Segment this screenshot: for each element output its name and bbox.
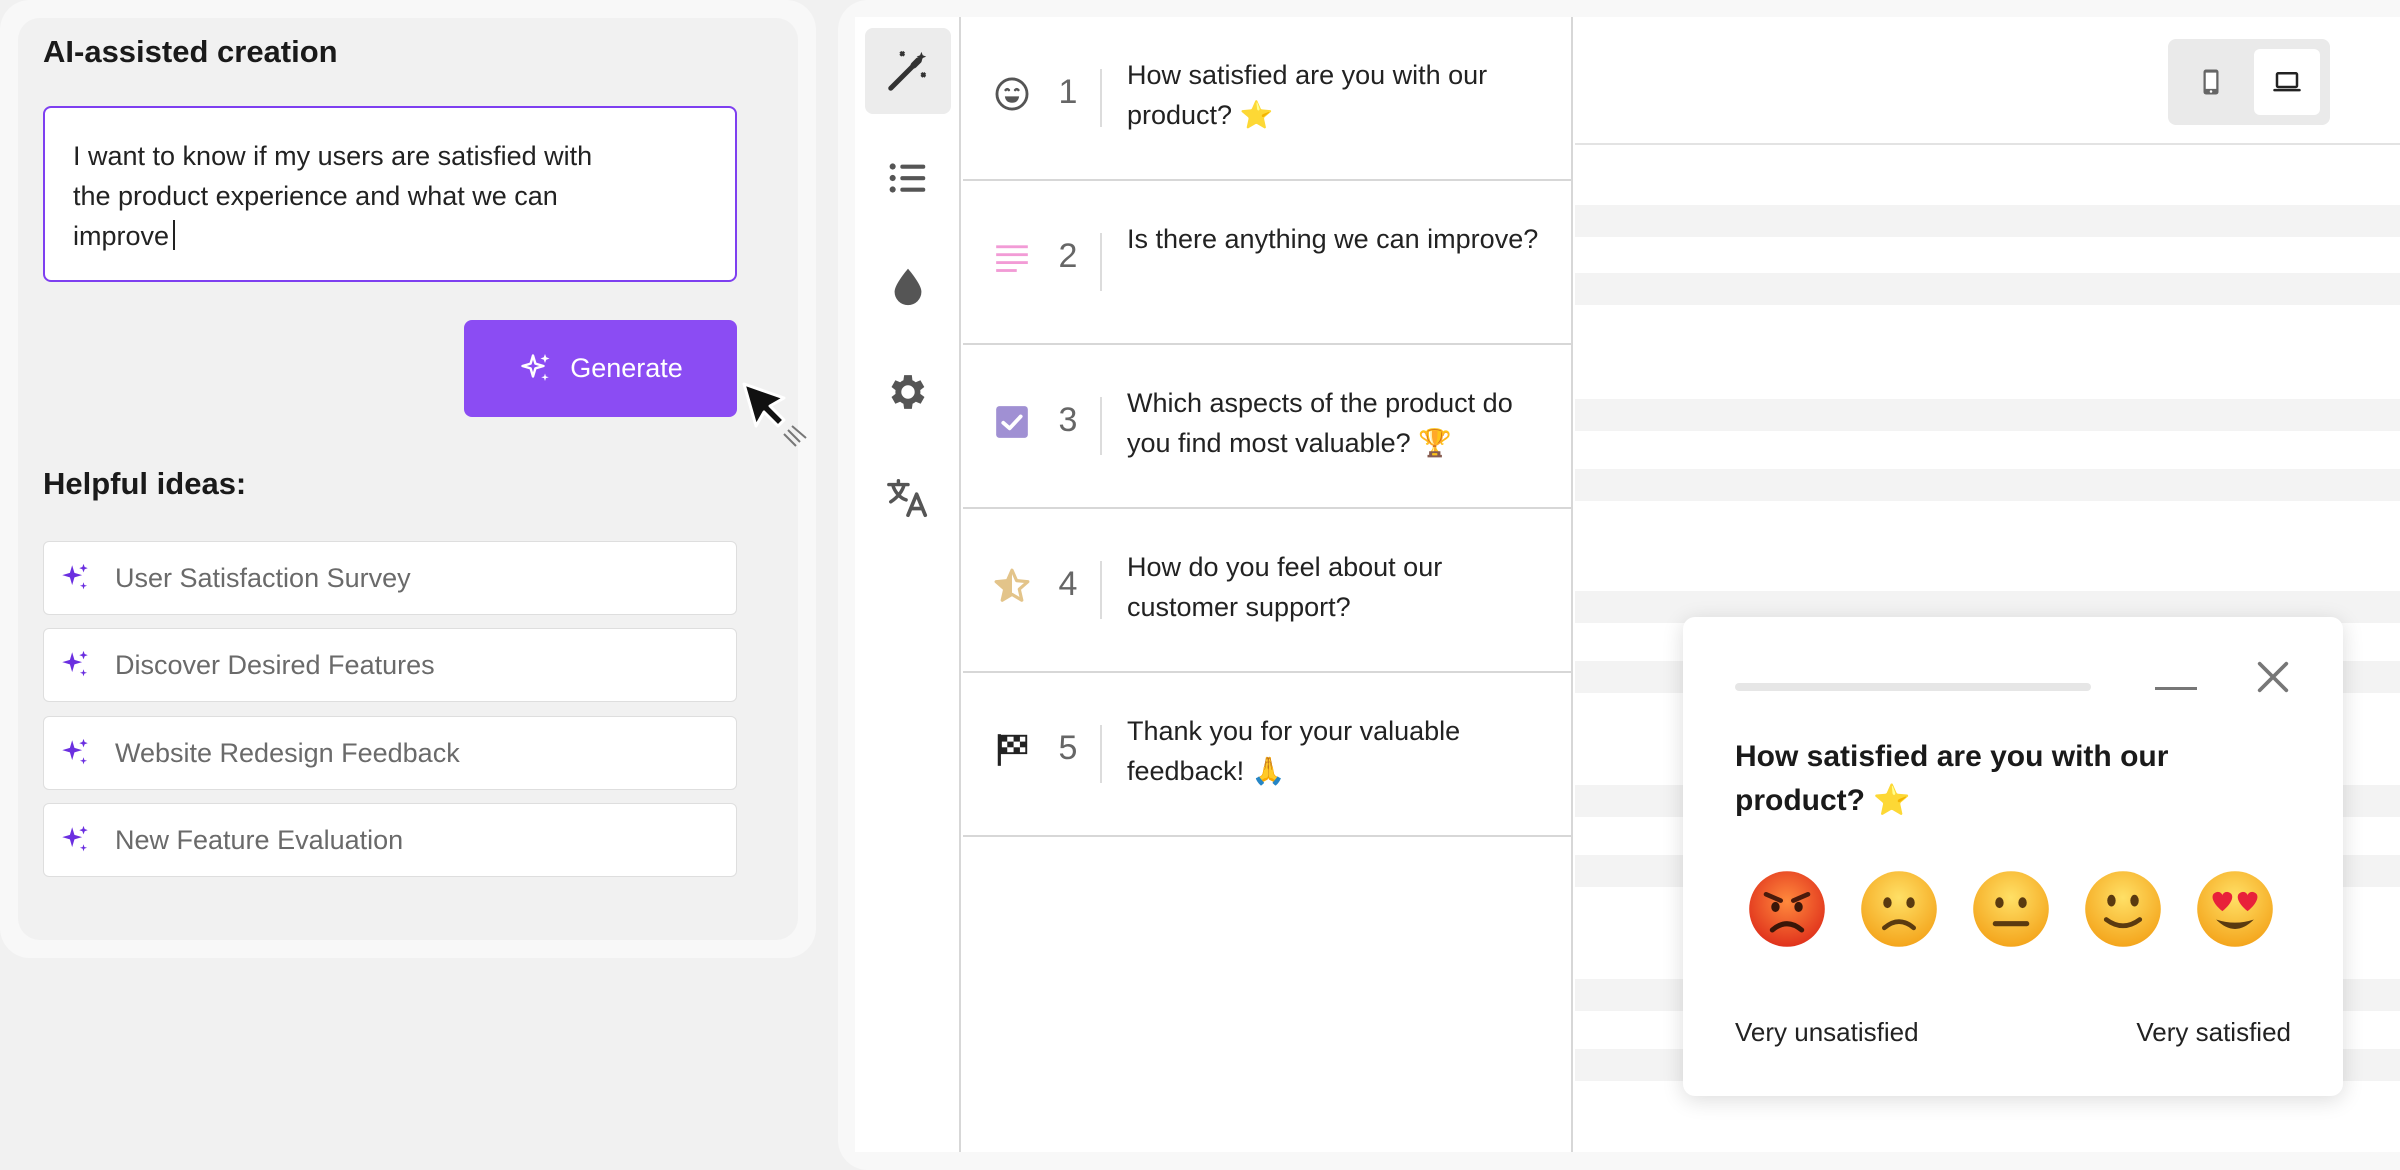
idea-label: User Satisfaction Survey bbox=[115, 562, 411, 593]
rail-item-ai[interactable] bbox=[865, 28, 951, 114]
survey-progress-bar bbox=[1735, 683, 2091, 691]
idea-label: Website Redesign Feedback bbox=[115, 737, 460, 768]
editor-icon-rail bbox=[855, 17, 961, 1152]
idea-label: New Feature Evaluation bbox=[115, 824, 404, 855]
divider bbox=[1100, 725, 1102, 783]
sparkles-icon bbox=[62, 825, 88, 852]
question-text: Which aspects of the product do you find… bbox=[1127, 388, 1513, 458]
translate-icon bbox=[887, 479, 928, 518]
question-number: 3 bbox=[1058, 401, 1078, 439]
idea-label: Discover Desired Features bbox=[115, 649, 435, 680]
mobile-view-button[interactable] bbox=[2178, 49, 2244, 115]
scale-high-label: Very satisfied bbox=[2136, 1017, 2291, 1047]
mobile-icon bbox=[2203, 69, 2219, 95]
neutral-face-icon[interactable] bbox=[1969, 867, 2053, 951]
smiley-icon bbox=[995, 77, 1029, 111]
divider bbox=[1100, 233, 1102, 291]
rating-scale bbox=[1745, 867, 2277, 951]
magic-wand-icon bbox=[888, 50, 927, 91]
list-icon bbox=[889, 163, 926, 193]
heart-eyes-icon[interactable] bbox=[2193, 867, 2277, 951]
question-text: Is there anything we can improve? bbox=[1127, 224, 1539, 254]
text-caret bbox=[173, 220, 176, 250]
question-list: 1 How satisfied are you with our product… bbox=[963, 17, 1573, 1152]
question-row-1[interactable]: 1 How satisfied are you with our product… bbox=[963, 17, 1571, 181]
preview-header bbox=[1575, 17, 2400, 145]
sparkles-icon bbox=[62, 563, 88, 590]
idea-item-desired-features[interactable]: Discover Desired Features bbox=[43, 628, 737, 702]
survey-popup: How satisfied are you with our product? … bbox=[1683, 617, 2343, 1096]
device-toggle bbox=[2168, 39, 2330, 125]
placeholder-bar bbox=[1575, 399, 2400, 431]
question-number: 2 bbox=[1058, 237, 1078, 275]
angry-face-icon[interactable] bbox=[1745, 867, 1829, 951]
ai-panel-title: AI-assisted creation bbox=[43, 34, 338, 69]
scale-low-label: Very unsatisfied bbox=[1735, 1017, 1919, 1047]
question-row-2[interactable]: 2 Is there anything we can improve? bbox=[963, 181, 1571, 345]
sparkles-icon bbox=[62, 738, 88, 765]
rail-item-questions[interactable] bbox=[865, 135, 951, 221]
question-text: Thank you for your valuable feedback! 🙏 bbox=[1127, 716, 1461, 786]
desktop-view-button[interactable] bbox=[2254, 49, 2320, 115]
survey-question: How satisfied are you with our product? … bbox=[1735, 740, 2169, 817]
prompt-textarea[interactable]: I want to know if my users are satisfied… bbox=[43, 106, 737, 282]
idea-item-website-redesign[interactable]: Website Redesign Feedback bbox=[43, 716, 737, 790]
drop-icon bbox=[894, 268, 922, 306]
placeholder-bar bbox=[1575, 469, 2400, 501]
frowning-face-icon[interactable] bbox=[1857, 867, 1941, 951]
generate-button[interactable]: Generate bbox=[464, 320, 737, 417]
rail-item-style[interactable] bbox=[865, 243, 951, 329]
question-text: How do you feel about our customer suppo… bbox=[1127, 552, 1443, 622]
question-number: 1 bbox=[1058, 73, 1078, 111]
rail-item-settings[interactable] bbox=[865, 349, 951, 435]
slight-smile-icon[interactable] bbox=[2081, 867, 2165, 951]
checkbox-icon bbox=[996, 406, 1028, 438]
question-row-3[interactable]: 3 Which aspects of the product do you fi… bbox=[963, 345, 1571, 509]
question-row-4[interactable]: 4 How do you feel about our customer sup… bbox=[963, 509, 1571, 673]
divider bbox=[1100, 561, 1102, 619]
mouse-pointer-icon bbox=[742, 382, 807, 447]
question-number: 5 bbox=[1058, 729, 1078, 767]
ideas-title: Helpful ideas: bbox=[43, 466, 247, 501]
prompt-text: I want to know if my users are satisfied… bbox=[73, 141, 593, 251]
question-text: How satisfied are you with our product? … bbox=[1127, 60, 1488, 130]
text-lines-icon bbox=[996, 245, 1028, 272]
rail-item-translate[interactable] bbox=[865, 455, 951, 541]
gear-icon bbox=[891, 375, 925, 409]
question-row-5[interactable]: 5 Thank you for your valuable feedback! … bbox=[963, 673, 1571, 837]
idea-item-new-feature[interactable]: New Feature Evaluation bbox=[43, 803, 737, 877]
star-icon bbox=[994, 568, 1030, 602]
placeholder-bar bbox=[1575, 205, 2400, 237]
divider bbox=[1100, 69, 1102, 127]
checkered-flag-icon bbox=[997, 734, 1028, 766]
close-icon[interactable] bbox=[2253, 657, 2293, 697]
sparkles-icon bbox=[62, 650, 88, 677]
idea-item-user-satisfaction[interactable]: User Satisfaction Survey bbox=[43, 541, 737, 615]
sparkles-icon bbox=[521, 353, 550, 381]
laptop-icon bbox=[2273, 72, 2301, 92]
question-number: 4 bbox=[1058, 565, 1078, 603]
placeholder-bar bbox=[1575, 273, 2400, 305]
divider bbox=[1100, 397, 1102, 455]
minimize-button[interactable] bbox=[2155, 687, 2197, 690]
generate-label: Generate bbox=[570, 353, 683, 383]
